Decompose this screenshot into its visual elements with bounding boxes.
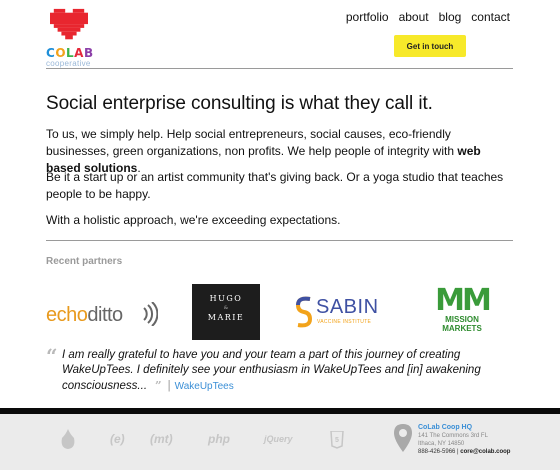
quote-separator: | (167, 380, 171, 392)
partners-heading: Recent partners (46, 256, 123, 267)
hq-name: CoLab Coop HQ (418, 424, 473, 431)
svg-text:5: 5 (335, 437, 339, 444)
content-divider (46, 240, 513, 241)
partner-mission-markets[interactable]: MM MISSION MARKETS (433, 283, 492, 337)
page-headline: Social enterprise consulting is what the… (46, 93, 433, 114)
partner-hugo-marie[interactable]: HUGO & MARIE (192, 284, 260, 340)
drupal-icon (61, 429, 75, 449)
mt-icon: (mt) (150, 432, 173, 446)
colab-logo[interactable]: COLAB cooperative (46, 8, 106, 70)
echoditto-logo: echoditto (46, 304, 123, 327)
nav-portfolio[interactable]: portfolio (346, 10, 389, 24)
close-quote-icon: ” (155, 378, 162, 392)
site-header: COLAB cooperative portfolio about blog c… (0, 0, 560, 72)
sabin-s-icon (295, 296, 313, 328)
main-nav: portfolio about blog contact (346, 10, 510, 24)
logo-wordmark: COLAB (46, 46, 94, 60)
second-paragraph: Be it a start up or an artist community … (46, 170, 504, 201)
logo-letter: L (66, 46, 75, 60)
hq-email[interactable]: core@colab.coop (460, 449, 510, 455)
ditto-text: ditto (87, 304, 123, 326)
hq-contact: 888-426-5966 | core@colab.coop (418, 449, 511, 455)
testimonial-body: I am really grateful to have you and you… (62, 348, 492, 394)
mission-line2: MARKETS (442, 324, 482, 333)
logo-letter: C (46, 46, 56, 60)
nav-contact[interactable]: contact (471, 10, 510, 24)
nav-blog[interactable]: blog (439, 10, 462, 24)
html5-icon: 5 (330, 431, 344, 449)
nav-about[interactable]: about (399, 10, 429, 24)
sabin-sub: VACCINE INSTITUTE (317, 319, 372, 325)
site-footer: (e) (mt) php jQuery 5 CoLab Coop HQ 141 … (0, 414, 560, 470)
jquery-icon: jQuery (264, 434, 293, 444)
hq-phone: 888-426-5966 (418, 449, 456, 455)
hq-city: Ithaca, NY 14850 (418, 441, 465, 447)
php-icon: php (208, 432, 230, 446)
echo-text: echo (46, 304, 88, 326)
logo-letter: A (74, 46, 84, 60)
location-pin-icon (394, 424, 412, 452)
ie-icon: (e) (110, 432, 125, 446)
hq-address: CoLab Coop HQ 141 The Commons 3rd FL Ith… (418, 424, 510, 456)
get-in-touch-button[interactable]: Get in touch (394, 35, 466, 57)
logo-letter: O (55, 46, 67, 60)
mission-mark: MM (435, 283, 492, 318)
marie-text: MARIE (207, 313, 245, 322)
heart-icon (50, 8, 88, 40)
hugo-ampersand: & (223, 305, 229, 311)
signal-waves-icon (143, 302, 158, 326)
header-divider (46, 68, 513, 69)
testimonial-text: I am really grateful to have you and you… (62, 349, 481, 392)
intro-text: To us, we simply help. Help social entre… (46, 127, 458, 158)
third-paragraph: With a holistic approach, we're exceedin… (46, 213, 341, 227)
partner-echoditto[interactable]: echoditto (46, 294, 158, 334)
testimonial-author-link[interactable]: WakeUpTees (175, 381, 234, 392)
partner-sabin[interactable]: SABIN VACCINE INSTITUTE (294, 295, 388, 331)
logo-letter: B (83, 46, 94, 60)
logo-subtitle: cooperative (46, 59, 91, 68)
hq-street: 141 The Commons 3rd FL (418, 433, 488, 439)
sabin-name: SABIN (316, 296, 379, 318)
hugo-text: HUGO (209, 294, 243, 303)
open-quote-icon: “ (46, 344, 58, 368)
